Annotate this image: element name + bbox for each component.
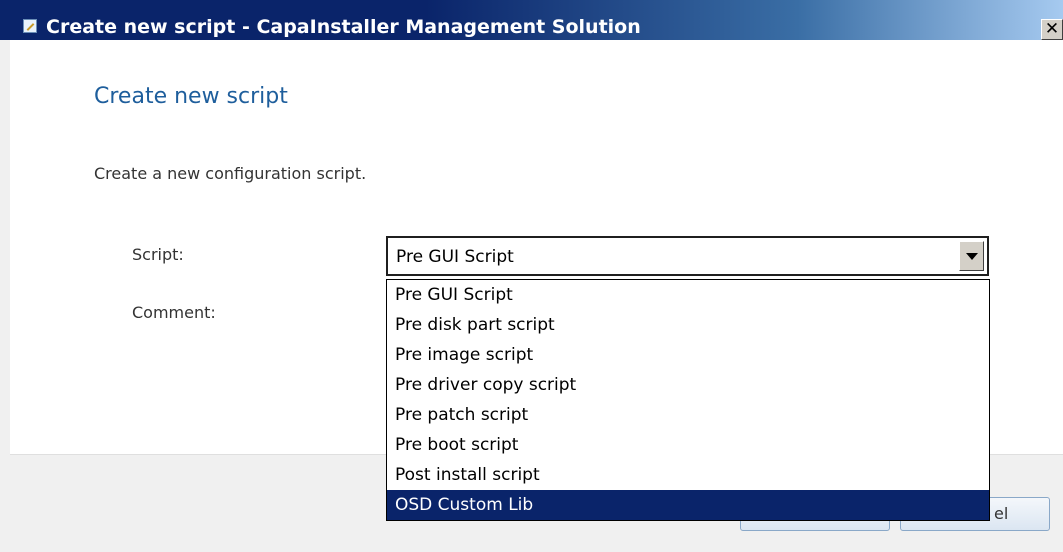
window-title: Create new script - CapaInstaller Manage… <box>46 16 641 38</box>
close-button[interactable]: ✕ <box>1041 19 1063 40</box>
dropdown-option[interactable]: Pre driver copy script <box>387 370 989 400</box>
page-title: Create new script <box>94 84 288 109</box>
dropdown-option[interactable]: Pre boot script <box>387 430 989 460</box>
dropdown-option[interactable]: Pre disk part script <box>387 310 989 340</box>
dropdown-option[interactable]: Post install script <box>387 460 989 490</box>
cancel-button-label: el <box>994 504 1009 523</box>
close-icon: ✕ <box>1044 19 1060 39</box>
dropdown-option[interactable]: Pre patch script <box>387 400 989 430</box>
title-bar: Create new script - CapaInstaller Manage… <box>0 0 1063 40</box>
dropdown-option[interactable]: Pre GUI Script <box>387 280 989 310</box>
window-left-edge <box>0 40 10 552</box>
dropdown-arrow-icon[interactable] <box>959 241 984 271</box>
dropdown-option-highlighted[interactable]: OSD Custom Lib <box>387 490 989 520</box>
app-icon <box>23 19 37 33</box>
script-select[interactable]: Pre GUI Script <box>386 236 989 276</box>
script-dropdown-list[interactable]: Pre GUI Script Pre disk part script Pre … <box>386 279 990 521</box>
comment-label: Comment: <box>132 303 216 322</box>
page-description: Create a new configuration script. <box>94 164 367 183</box>
script-select-value: Pre GUI Script <box>396 247 514 267</box>
script-label: Script: <box>132 245 184 264</box>
dropdown-option[interactable]: Pre image script <box>387 340 989 370</box>
